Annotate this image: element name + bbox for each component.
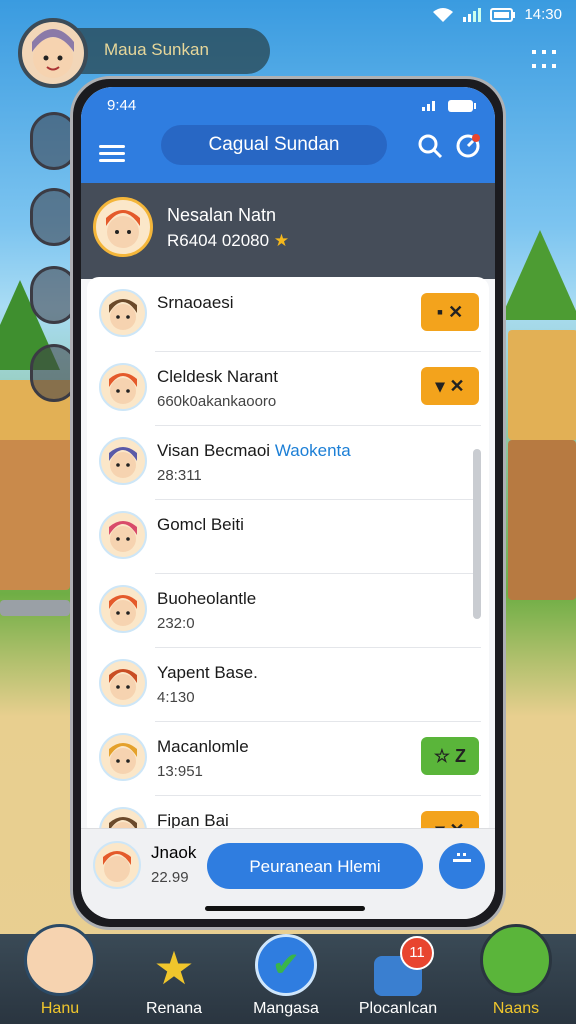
friend-action-button[interactable]: ☆ Z <box>421 737 479 775</box>
refresh-button[interactable] <box>455 133 481 164</box>
search-button[interactable] <box>417 133 443 164</box>
friend-face-icon <box>109 521 137 552</box>
user-code: R6404 02080 ★ <box>167 231 290 250</box>
friend-face-icon <box>109 595 137 626</box>
friend-avatar <box>99 289 147 337</box>
row-divider <box>155 795 481 796</box>
list-item[interactable]: Buoheolantle 232:0 <box>87 573 489 647</box>
user-name: Nesalan Natn <box>167 205 277 225</box>
player-face-icon <box>32 29 74 78</box>
list-scrollbar[interactable] <box>473 449 481 619</box>
footer-title: Jnaok <box>151 843 197 862</box>
friend-action-button[interactable]: ▾ ✕ <box>421 367 479 405</box>
app-status-icons <box>421 99 477 113</box>
player-name: Maua Sunkan <box>104 40 209 59</box>
friend-name: Buoheolantle <box>157 589 257 608</box>
list-item[interactable]: Yapent Base. 4:130 <box>87 647 489 721</box>
row-divider <box>155 351 481 352</box>
row-divider <box>155 425 481 426</box>
friend-name: Visan Becmaoi Waokenta <box>157 441 351 460</box>
phone-frame: 9:44 Cagual Sundan Nesalan Natn R6404 02… <box>70 76 506 930</box>
home-indicator <box>205 906 365 911</box>
user-avatar <box>93 197 153 257</box>
list-item[interactable]: Visan Becmaoi Waokenta 28:311 <box>87 425 489 499</box>
grid-icon <box>532 50 556 68</box>
friend-avatar <box>99 511 147 559</box>
menu-button[interactable] <box>99 141 125 163</box>
friend-face-icon <box>109 299 137 330</box>
friend-status: 4:130 <box>157 689 195 706</box>
player-avatar[interactable] <box>18 18 88 88</box>
chat-icon <box>453 853 471 862</box>
row-divider <box>155 721 481 722</box>
friend-status: 660k0akankaooro <box>157 393 277 410</box>
system-status-bar: 14:30 <box>0 0 576 30</box>
friend-status: 28:311 <box>157 467 202 484</box>
friend-face-icon <box>109 669 137 700</box>
nav-item-hanu[interactable]: Hanu <box>14 924 106 1018</box>
app-header: 9:44 Cagual Sundan <box>81 87 495 191</box>
footer-face-icon <box>103 851 131 882</box>
primary-action-button[interactable]: Peuranean Hlemi <box>207 843 423 889</box>
footer-avatar <box>93 841 141 889</box>
refresh-icon <box>456 134 480 158</box>
friend-name: Srnaoaesi <box>157 293 234 312</box>
status-time: 14:30 <box>524 6 562 23</box>
list-item[interactable]: Gomcl Beiti <box>87 499 489 573</box>
star-icon: ★ <box>273 231 290 250</box>
friend-avatar <box>99 585 147 633</box>
row-divider <box>155 573 481 574</box>
friend-name: Cleldesk Narant <box>157 367 278 386</box>
footer-sub: 22.99 <box>151 869 189 886</box>
friend-list: Srnaoaesi ▪ ✕ Cleldesk Narant 660k0akankaoo… <box>87 277 489 837</box>
bottom-nav: Hanu ★ Renana ✔ Mangasa 11 Plocanlcan Na… <box>0 924 576 1024</box>
friend-status: 232:0 <box>157 615 195 632</box>
list-item[interactable]: Srnaoaesi ▪ ✕ <box>87 277 489 351</box>
friend-name: Gomcl Beiti <box>157 515 244 534</box>
friend-avatar <box>99 733 147 781</box>
bear-icon <box>480 924 552 996</box>
footer-bar: Jnaok 22.99 Peuranean Hlemi <box>81 828 495 919</box>
friend-face-icon <box>109 743 137 774</box>
signal-icon <box>463 7 482 22</box>
friend-avatar <box>99 659 147 707</box>
nav-item-renana[interactable]: ★ Renana <box>128 940 220 1018</box>
list-item[interactable]: Cleldesk Narant 660k0akankaooro ▾ ✕ <box>87 351 489 425</box>
avatar-icon <box>24 924 96 996</box>
list-item[interactable]: Macanlomle 13:951 ☆ Z <box>87 721 489 795</box>
app-battery-icon <box>448 100 476 112</box>
friend-name: Macanlomle <box>157 737 249 756</box>
current-user-card[interactable]: Nesalan Natn R6404 02080 ★ <box>81 183 495 279</box>
friend-face-icon <box>109 447 137 478</box>
app-signal-icon <box>422 101 435 111</box>
notification-badge: 11 <box>400 936 434 970</box>
app-title: Cagual Sundan <box>161 125 387 165</box>
nav-item-naans[interactable]: Naans <box>470 924 562 1018</box>
phone-screen: 9:44 Cagual Sundan Nesalan Natn R6404 02… <box>81 87 495 919</box>
friend-name: Yapent Base. <box>157 663 258 682</box>
nav-item-mangasa[interactable]: ✔ Mangasa <box>240 934 332 1018</box>
search-icon <box>418 134 443 159</box>
row-divider <box>155 647 481 648</box>
friend-action-button[interactable]: ▪ ✕ <box>421 293 479 331</box>
chat-button[interactable] <box>439 843 485 889</box>
wifi-icon <box>433 7 454 22</box>
check-icon: ✔ <box>255 934 317 996</box>
friend-status: 13:951 <box>157 763 203 780</box>
friend-avatar <box>99 437 147 485</box>
nav-item-plocanlcan[interactable]: 11 Plocanlcan <box>352 936 444 1018</box>
app-time: 9:44 <box>107 97 137 114</box>
row-divider <box>155 499 481 500</box>
user-face-icon <box>106 210 140 248</box>
star-icon: ★ <box>153 942 195 994</box>
apps-grid-button[interactable] <box>530 48 558 72</box>
friend-avatar <box>99 363 147 411</box>
battery-icon <box>490 7 516 22</box>
friend-face-icon <box>109 373 137 404</box>
